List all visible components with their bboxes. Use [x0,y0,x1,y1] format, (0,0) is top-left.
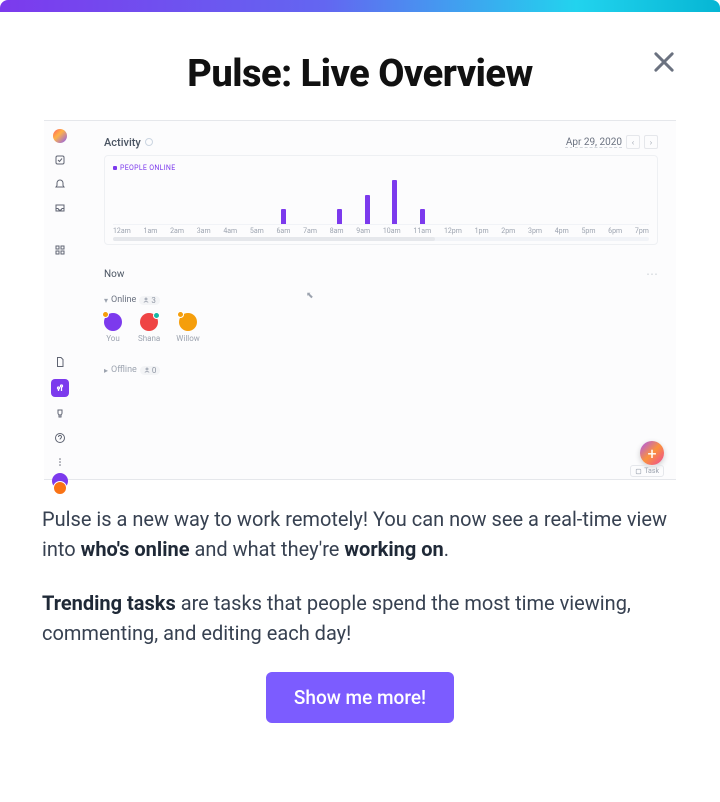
activity-title: Activity [104,136,153,149]
chevron-right-icon: ▸ [104,366,108,375]
x-tick-label: 2pm [501,227,515,235]
chart-scrollbar[interactable] [113,237,649,241]
help-circle-icon[interactable] [145,138,153,146]
avatar-willow[interactable]: Willow [176,313,200,343]
qr-icon[interactable] [53,243,67,257]
add-button[interactable]: + [640,441,664,465]
chart-bar [392,180,397,224]
avatar-shana[interactable]: Shana [138,313,160,343]
offline-section[interactable]: ▸ Offline 0 [104,365,658,375]
logo-icon [53,129,67,143]
online-section[interactable]: ▾ Online 3 [104,295,658,305]
online-count-badge: 3 [139,296,160,305]
close-button[interactable] [648,46,680,78]
x-tick-label: 5am [250,227,264,235]
close-icon [650,48,678,76]
x-tick-label: 6pm [608,227,622,235]
x-tick-label: 12pm [444,227,462,235]
x-tick-label: 8am [330,227,344,235]
demo-screenshot: Activity Apr 29, 2020 ‹ › PEOPLE ONLINE … [44,120,676,480]
chart-bar [365,195,370,224]
x-tick-label: 3am [197,227,211,235]
offline-count-badge: 0 [140,366,161,375]
demo-sidebar [44,121,76,479]
x-tick-label: 10am [383,227,401,235]
chevron-down-icon: ▾ [104,296,108,305]
plus-icon: + [647,444,656,463]
cursor-icon: ⬉ [306,291,314,301]
inbox-icon[interactable] [53,201,67,215]
x-tick-label: 5pm [581,227,595,235]
chart-bar [420,209,425,224]
check-icon[interactable] [53,153,67,167]
task-chip[interactable]: Task [630,465,664,477]
x-tick-label: 4am [223,227,237,235]
avatar-you[interactable]: You [104,313,122,343]
help-icon[interactable] [53,431,67,445]
next-button[interactable]: › [644,135,658,149]
x-tick-label: 1pm [475,227,489,235]
description-p1: Pulse is a new way to work remotely! You… [42,504,678,564]
pulse-icon[interactable] [51,379,69,397]
date-picker[interactable]: Apr 29, 2020 [566,137,622,148]
gradient-header-bar [0,0,720,12]
trophy-icon[interactable] [53,407,67,421]
now-menu-icon[interactable]: ⋯ [646,267,658,281]
x-tick-label: 2am [170,227,184,235]
x-tick-label: 7am [303,227,317,235]
chart-bar [281,209,286,224]
description-p2: Trending tasks are tasks that people spe… [42,588,678,648]
now-label: Now [104,269,124,280]
more-icon[interactable] [53,455,67,469]
bell-icon[interactable] [53,177,67,191]
x-tick-label: 7pm [635,227,649,235]
x-tick-label: 1am [144,227,158,235]
x-tick-label: 6am [277,227,291,235]
x-tick-label: 4pm [555,227,569,235]
x-tick-label: 9am [356,227,370,235]
prev-button[interactable]: ‹ [626,135,640,149]
modal-title: Pulse: Live Overview [40,52,680,96]
x-tick-label: 12am [113,227,131,235]
doc-icon[interactable] [53,355,67,369]
x-tick-label: 11am [413,227,431,235]
x-tick-label: 3pm [528,227,542,235]
show-me-more-button[interactable]: Show me more! [266,672,454,723]
chart-bar [337,209,342,224]
chart-legend: PEOPLE ONLINE [113,164,649,172]
activity-chart: PEOPLE ONLINE 12am 1am 2am 3am 4am 5am 6am 7am 8… [104,155,658,245]
